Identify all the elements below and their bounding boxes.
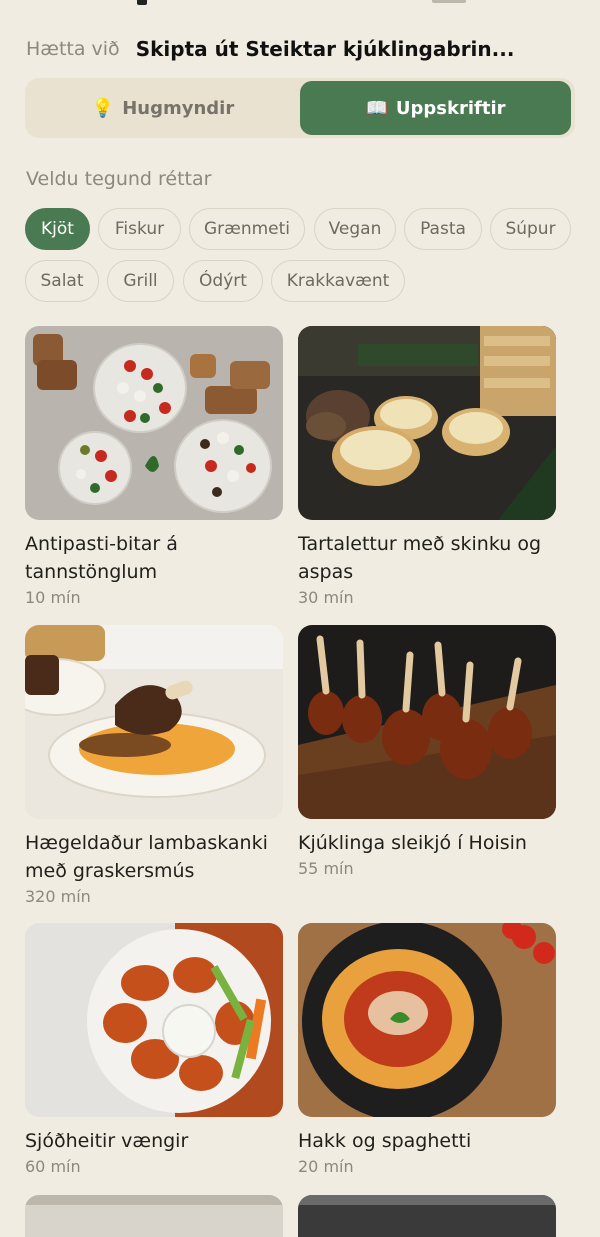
recipe-name-line: Antipasti-bitar á bbox=[25, 533, 178, 555]
page-title: Skipta út Steiktar kjúklingabrin... bbox=[135, 37, 515, 61]
recipe-card[interactable]: Kjúklinga sleikjó í Hoisin 55 mín bbox=[298, 625, 556, 878]
chip-odyrt[interactable]: Ódýrt bbox=[183, 260, 263, 302]
chip-vegan[interactable]: Vegan bbox=[314, 208, 396, 250]
recipe-name-line: Hægeldaður lambaskanki bbox=[25, 832, 268, 854]
recipe-name: Antipasti-bitar á tannstönglum bbox=[25, 530, 283, 586]
chip-pasta[interactable]: Pasta bbox=[404, 208, 482, 250]
recipe-time: 55 mín bbox=[298, 859, 354, 878]
recipe-card[interactable]: Sjóðheitir vængir 60 mín bbox=[25, 923, 283, 1176]
recipe-name-line: Kjúklinga sleikjó í Hoisin bbox=[298, 832, 527, 854]
tab-ideas[interactable]: 💡 Hugmyndir bbox=[28, 81, 298, 135]
recipe-photo bbox=[25, 625, 283, 819]
recipe-card[interactable]: Hakk og spaghetti 20 mín bbox=[298, 923, 556, 1176]
lightbulb-icon: 💡 bbox=[91, 97, 115, 119]
status-bar-remnant bbox=[0, 0, 600, 8]
recipe-name: Hakk og spaghetti bbox=[298, 1127, 556, 1155]
recipe-name-line: Hakk og spaghetti bbox=[298, 1130, 472, 1152]
chip-krakkavaent[interactable]: Krakkavænt bbox=[271, 260, 405, 302]
recipe-name: Sjóðheitir vængir bbox=[25, 1127, 283, 1155]
recipe-card[interactable]: Tartalettur með skinku og aspas 30 mín bbox=[298, 326, 556, 607]
recipe-photo bbox=[298, 625, 556, 819]
chip-kjot[interactable]: Kjöt bbox=[25, 208, 90, 250]
recipe-photo bbox=[25, 923, 283, 1117]
recipe-name: Hægeldaður lambaskanki með graskersmús bbox=[25, 829, 283, 885]
tab-ideas-label: Hugmyndir bbox=[122, 97, 235, 119]
mode-toggle: 💡 Hugmyndir 📖 Uppskriftir bbox=[25, 78, 575, 138]
recipe-photo bbox=[298, 923, 556, 1117]
chip-grill[interactable]: Grill bbox=[107, 260, 174, 302]
recipe-time: 20 mín bbox=[298, 1157, 354, 1176]
recipe-photo bbox=[25, 1195, 283, 1205]
recipe-name: Kjúklinga sleikjó í Hoisin bbox=[298, 829, 556, 857]
recipe-time: 60 mín bbox=[25, 1157, 81, 1176]
recipe-card[interactable]: Hægeldaður lambaskanki með graskersmús 3… bbox=[25, 625, 283, 906]
recipe-time: 10 mín bbox=[25, 588, 81, 607]
recipe-photo bbox=[298, 1195, 556, 1205]
recipe-name-line: tannstönglum bbox=[25, 561, 158, 583]
recipe-name-line: Sjóðheitir vængir bbox=[25, 1130, 189, 1152]
cancel-button[interactable]: Hætta við bbox=[26, 38, 120, 60]
recipe-card-partial[interactable] bbox=[298, 1195, 556, 1237]
chip-fiskur[interactable]: Fiskur bbox=[98, 208, 181, 250]
recipe-name-line: aspas bbox=[298, 561, 354, 583]
recipe-photo bbox=[298, 326, 556, 520]
recipe-name-line: Tartalettur með skinku og bbox=[298, 533, 542, 555]
recipe-card-partial[interactable] bbox=[25, 1195, 283, 1237]
chip-graenmeti[interactable]: Grænmeti bbox=[189, 208, 305, 250]
recipe-time: 30 mín bbox=[298, 588, 354, 607]
chip-supur[interactable]: Súpur bbox=[490, 208, 571, 250]
recipe-name: Tartalettur með skinku og aspas bbox=[298, 530, 556, 586]
header-row: Hætta við Skipta út Steiktar kjúklingabr… bbox=[26, 34, 586, 64]
status-icon bbox=[432, 0, 466, 3]
tab-recipes[interactable]: 📖 Uppskriftir bbox=[300, 81, 571, 135]
recipe-photo bbox=[25, 326, 283, 520]
tab-recipes-label: Uppskriftir bbox=[395, 97, 506, 119]
recipe-time: 320 mín bbox=[25, 887, 91, 906]
filter-heading: Veldu tegund réttar bbox=[26, 168, 212, 190]
status-icon bbox=[137, 0, 147, 5]
recipe-card[interactable]: Antipasti-bitar á tannstönglum 10 mín bbox=[25, 326, 283, 607]
chip-salat[interactable]: Salat bbox=[25, 260, 99, 302]
recipe-name-line: með graskersmús bbox=[25, 860, 195, 882]
book-icon: 📖 bbox=[365, 97, 388, 119]
